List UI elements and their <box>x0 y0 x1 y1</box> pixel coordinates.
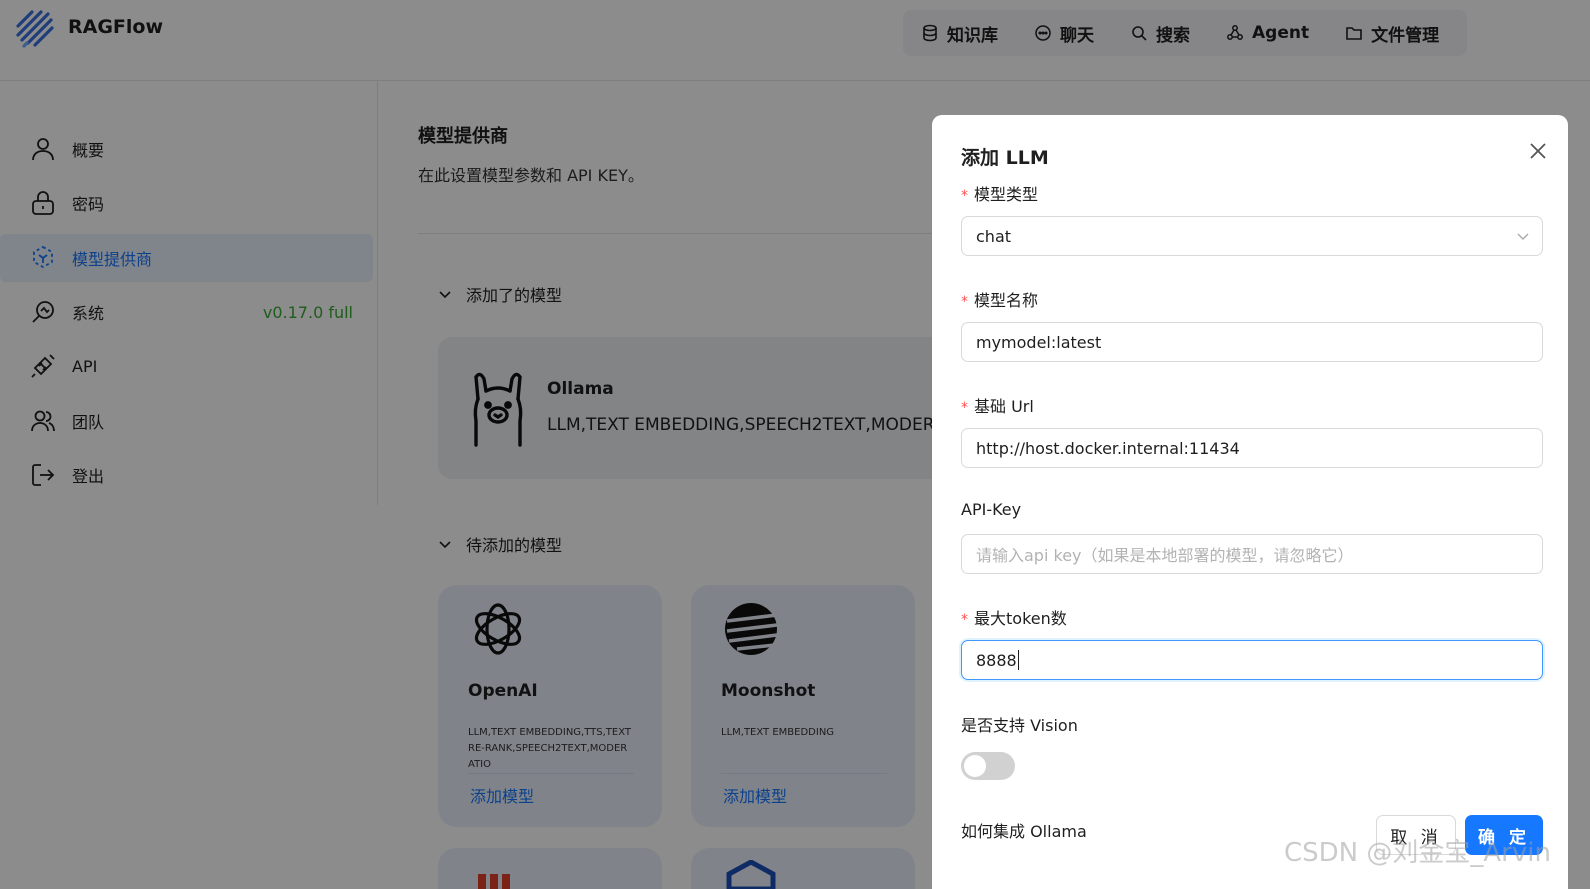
toggle-knob <box>964 755 986 777</box>
input-placeholder: 请输入api key（如果是本地部署的模型，请忽略它） <box>976 546 1354 565</box>
vision-toggle[interactable] <box>961 752 1015 780</box>
add-llm-dialog: 添加 LLM * 模型类型 chat * 模型名称 mymodel:latest *… <box>932 115 1568 889</box>
close-icon[interactable] <box>1526 139 1550 163</box>
watermark: CSDN @刘金宝_Arvin <box>1284 838 1551 868</box>
input-value: mymodel:latest <box>976 332 1102 352</box>
model-name-input[interactable]: mymodel:latest <box>961 322 1543 362</box>
dialog-title: 添加 LLM <box>961 147 1049 169</box>
api-key-input[interactable]: 请输入api key（如果是本地部署的模型，请忽略它） <box>961 534 1543 574</box>
max-tokens-input[interactable]: 8888 <box>961 640 1543 680</box>
model-type-label: * 模型类型 <box>961 185 1039 204</box>
base-url-label: * 基础 Url <box>961 397 1034 416</box>
max-tokens-label: * 最大token数 <box>961 609 1067 628</box>
select-value: chat <box>976 226 1012 246</box>
input-value: 8888 <box>976 650 1017 670</box>
text-caret <box>1017 650 1019 670</box>
base-url-input[interactable]: http://host.docker.internal:11434 <box>961 428 1543 468</box>
vision-label: 是否支持 Vision <box>961 716 1078 735</box>
model-type-select[interactable]: chat <box>961 216 1543 256</box>
model-name-label: * 模型名称 <box>961 291 1039 310</box>
input-value: http://host.docker.internal:11434 <box>976 438 1240 458</box>
ollama-help-link[interactable]: 如何集成 Ollama <box>961 818 1087 842</box>
api-key-label: API-Key <box>961 500 1022 519</box>
chevron-down-icon <box>1517 233 1529 240</box>
